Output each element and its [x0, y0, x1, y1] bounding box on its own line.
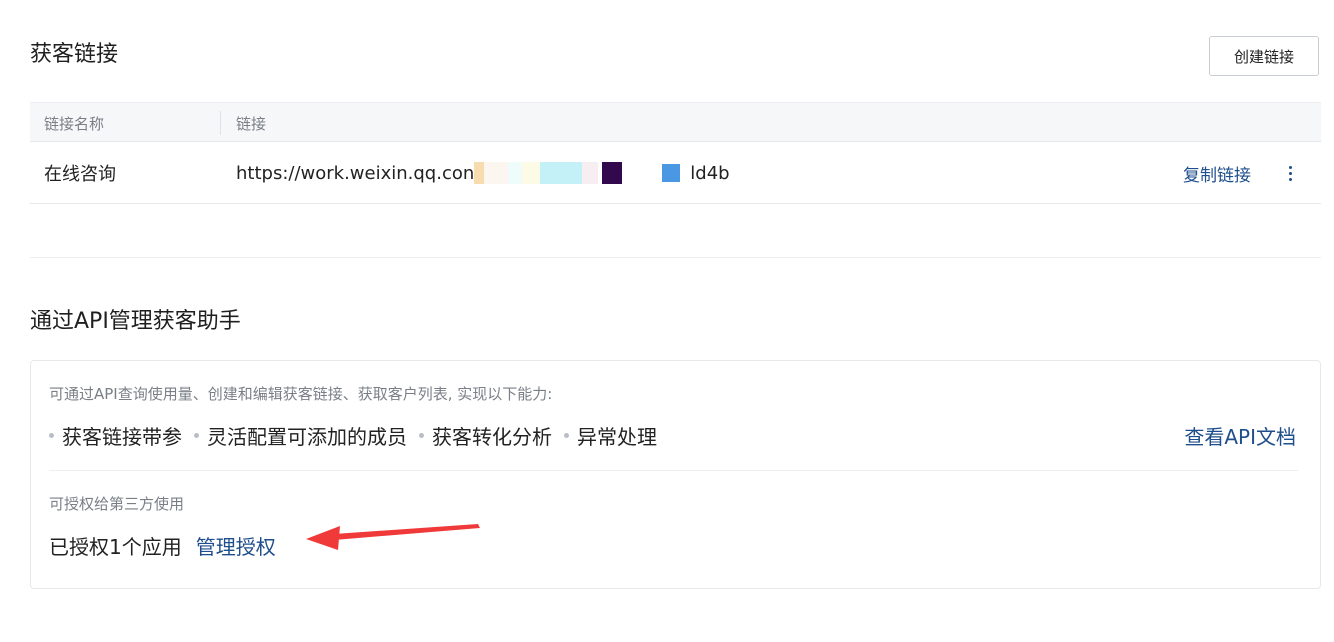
third-party-label: 可授权给第三方使用	[49, 495, 185, 513]
bullet-icon	[194, 433, 199, 438]
authorization-row: 已授权1个应用 管理授权	[49, 531, 276, 560]
section-divider	[30, 257, 1321, 258]
link-url-suffix: ld4b	[690, 162, 730, 184]
api-info-panel: 可通过API查询使用量、创建和编辑获客链接、获取客户列表, 实现以下能力: 获客…	[30, 360, 1321, 589]
link-name-cell: 在线咨询	[44, 164, 116, 185]
copy-link-button[interactable]: 复制链接	[1183, 142, 1251, 204]
row-more-menu[interactable]	[1284, 142, 1296, 204]
bullet-icon	[564, 433, 569, 438]
capabilities-list: 获客链接带参 灵活配置可添加的成员 获客转化分析 异常处理	[49, 421, 669, 450]
api-description: 可通过API查询使用量、创建和编辑获客链接、获取客户列表, 实现以下能力:	[49, 385, 553, 403]
manage-authorization-link[interactable]: 管理授权	[196, 531, 276, 560]
capability-label: 获客转化分析	[432, 425, 552, 449]
link-url-cell: https://work.weixin.qq.con ld4b	[236, 142, 730, 204]
table-row: 在线咨询 https://work.weixin.qq.con ld4b 复制链…	[30, 142, 1321, 204]
bullet-icon	[419, 433, 424, 438]
capability-item: 获客转化分析	[419, 421, 552, 450]
panel-divider	[49, 470, 1298, 471]
capability-label: 获客链接带参	[62, 425, 182, 449]
capability-item: 异常处理	[564, 421, 657, 450]
authorized-count-text: 已授权1个应用	[49, 535, 182, 559]
capability-label: 灵活配置可添加的成员	[207, 425, 407, 449]
column-header-link: 链接	[236, 114, 267, 133]
capability-item: 获客链接带参	[49, 421, 182, 450]
create-link-button[interactable]: 创建链接	[1209, 36, 1319, 76]
capability-item: 灵活配置可添加的成员	[194, 421, 407, 450]
bullet-icon	[49, 433, 54, 438]
redacted-url-segment	[474, 162, 691, 184]
api-section-title: 通过API管理获客助手	[30, 309, 241, 334]
annotation-arrow-icon	[306, 524, 480, 550]
link-url-prefix: https://work.weixin.qq.con	[236, 162, 475, 184]
column-divider	[220, 111, 221, 135]
column-header-name: 链接名称	[44, 114, 105, 133]
links-table: 链接名称 链接 在线咨询 https://work.weixin.qq.con …	[30, 102, 1321, 204]
capability-label: 异常处理	[577, 425, 657, 449]
links-section-title: 获客链接	[30, 42, 119, 67]
view-api-docs-link[interactable]: 查看API文档	[1184, 421, 1296, 450]
more-vertical-icon[interactable]	[1284, 161, 1296, 185]
table-header: 链接名称 链接	[30, 102, 1321, 142]
